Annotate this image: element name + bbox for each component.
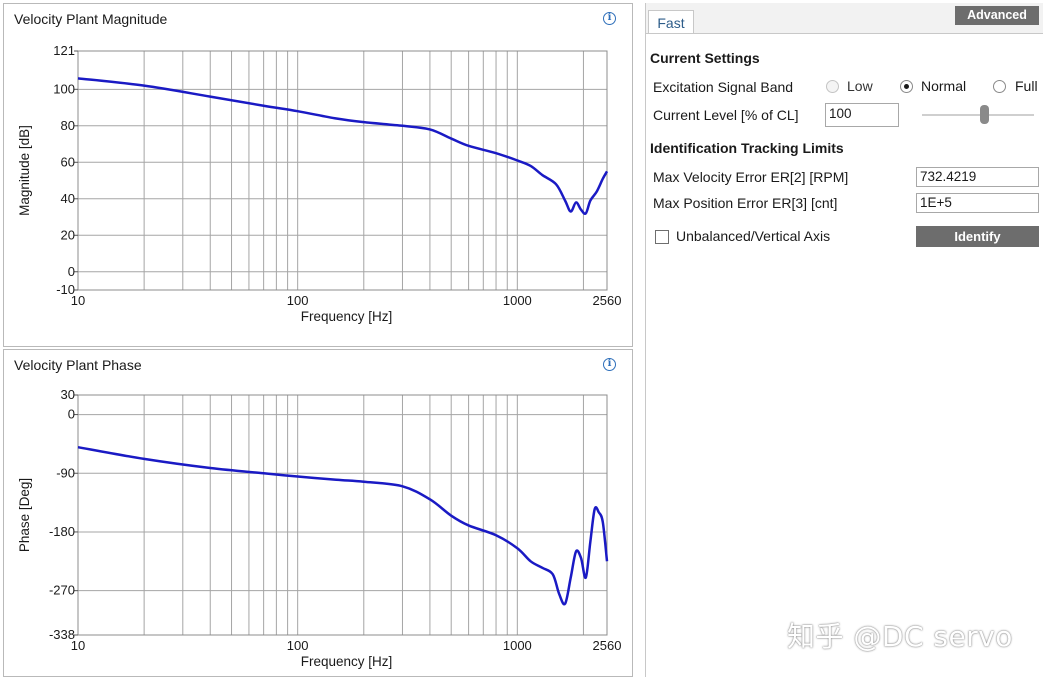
y-tick-label: -90 [56, 465, 75, 480]
settings-panel: Fast Advanced Current Settings Excitatio… [645, 3, 1043, 678]
radio-normal-label: Normal [921, 78, 967, 94]
x-tick-label: 100 [287, 638, 309, 653]
y-tick-label: 0 [68, 407, 75, 422]
radio-low[interactable] [826, 80, 839, 93]
tracking-limits-title: Identification Tracking Limits [650, 140, 844, 156]
y-tick-label: 121 [53, 43, 75, 58]
y-tick-label: 100 [53, 81, 75, 96]
max-velocity-label: Max Velocity Error ER[2] [RPM] [653, 169, 849, 185]
max-position-input[interactable]: 1E+5 [916, 193, 1039, 213]
y-tick-label: 60 [61, 154, 75, 169]
radio-full[interactable] [993, 80, 1006, 93]
phase-chart: 300-90-180-270-33810 100 1000 2560Frequency… [17, 387, 622, 669]
x-tick-label: 1000 [503, 293, 532, 308]
plot-frame [77, 394, 608, 636]
x-tick-label: 10 [71, 293, 85, 308]
radio-full-label: Full [1015, 78, 1038, 94]
phase-panel: Velocity Plant Phase i 30 0 -90 -180 -270 -33… [3, 349, 633, 677]
series-line [77, 445, 609, 606]
tab-fast[interactable]: Fast [648, 10, 694, 34]
y-axis-label: Phase [Deg] [17, 478, 32, 552]
y-tick-label: -180 [49, 524, 75, 539]
x-tick-label: 2560 [593, 293, 622, 308]
radio-normal[interactable] [900, 80, 913, 93]
current-level-slider-thumb[interactable] [979, 105, 989, 124]
current-level-input[interactable]: 100 [825, 103, 899, 127]
unbalanced-checkbox[interactable] [655, 230, 669, 244]
identify-button[interactable]: Identify [916, 226, 1039, 247]
max-position-label: Max Position Error ER[3] [cnt] [653, 195, 838, 211]
x-tick-label: 1000 [503, 638, 532, 653]
excitation-label: Excitation Signal Band [653, 79, 794, 95]
y-tick-label: 40 [61, 191, 75, 206]
unbalanced-label: Unbalanced/Vertical Axis [676, 228, 831, 244]
settings-content: Current Settings Excitation Signal Band … [646, 33, 1043, 678]
y-tick-label: 0 [68, 264, 75, 279]
y-tick-label: 80 [61, 118, 75, 133]
x-axis-label: Frequency [Hz] [301, 309, 393, 324]
current-level-label: Current Level [% of CL] [653, 107, 799, 123]
current-level-slider-track[interactable] [922, 114, 1034, 116]
y-tick-label: 30 [61, 387, 75, 402]
magnitude-panel: Velocity Plant Magnitude i 121 100 80 60 40 2… [3, 3, 633, 347]
x-tick-label: 100 [287, 293, 309, 308]
advanced-button[interactable]: Advanced [955, 6, 1039, 25]
watermark: 知乎 @DC servo [787, 620, 1013, 653]
x-axis-label: Frequency [Hz] [301, 654, 393, 669]
y-tick-label: -270 [49, 583, 75, 598]
y-tick-label: 20 [61, 227, 75, 242]
magnitude-chart: 121100806040200-1010 100 1000 2560Frequency… [17, 43, 622, 324]
series-line [77, 77, 609, 215]
radio-low-label: Low [847, 78, 873, 94]
max-velocity-input[interactable]: 732.4219 [916, 167, 1039, 187]
y-axis-label: Magnitude [dB] [17, 125, 32, 216]
x-tick-label: 2560 [593, 638, 622, 653]
x-tick-label: 10 [71, 638, 85, 653]
current-settings-title: Current Settings [650, 50, 760, 66]
